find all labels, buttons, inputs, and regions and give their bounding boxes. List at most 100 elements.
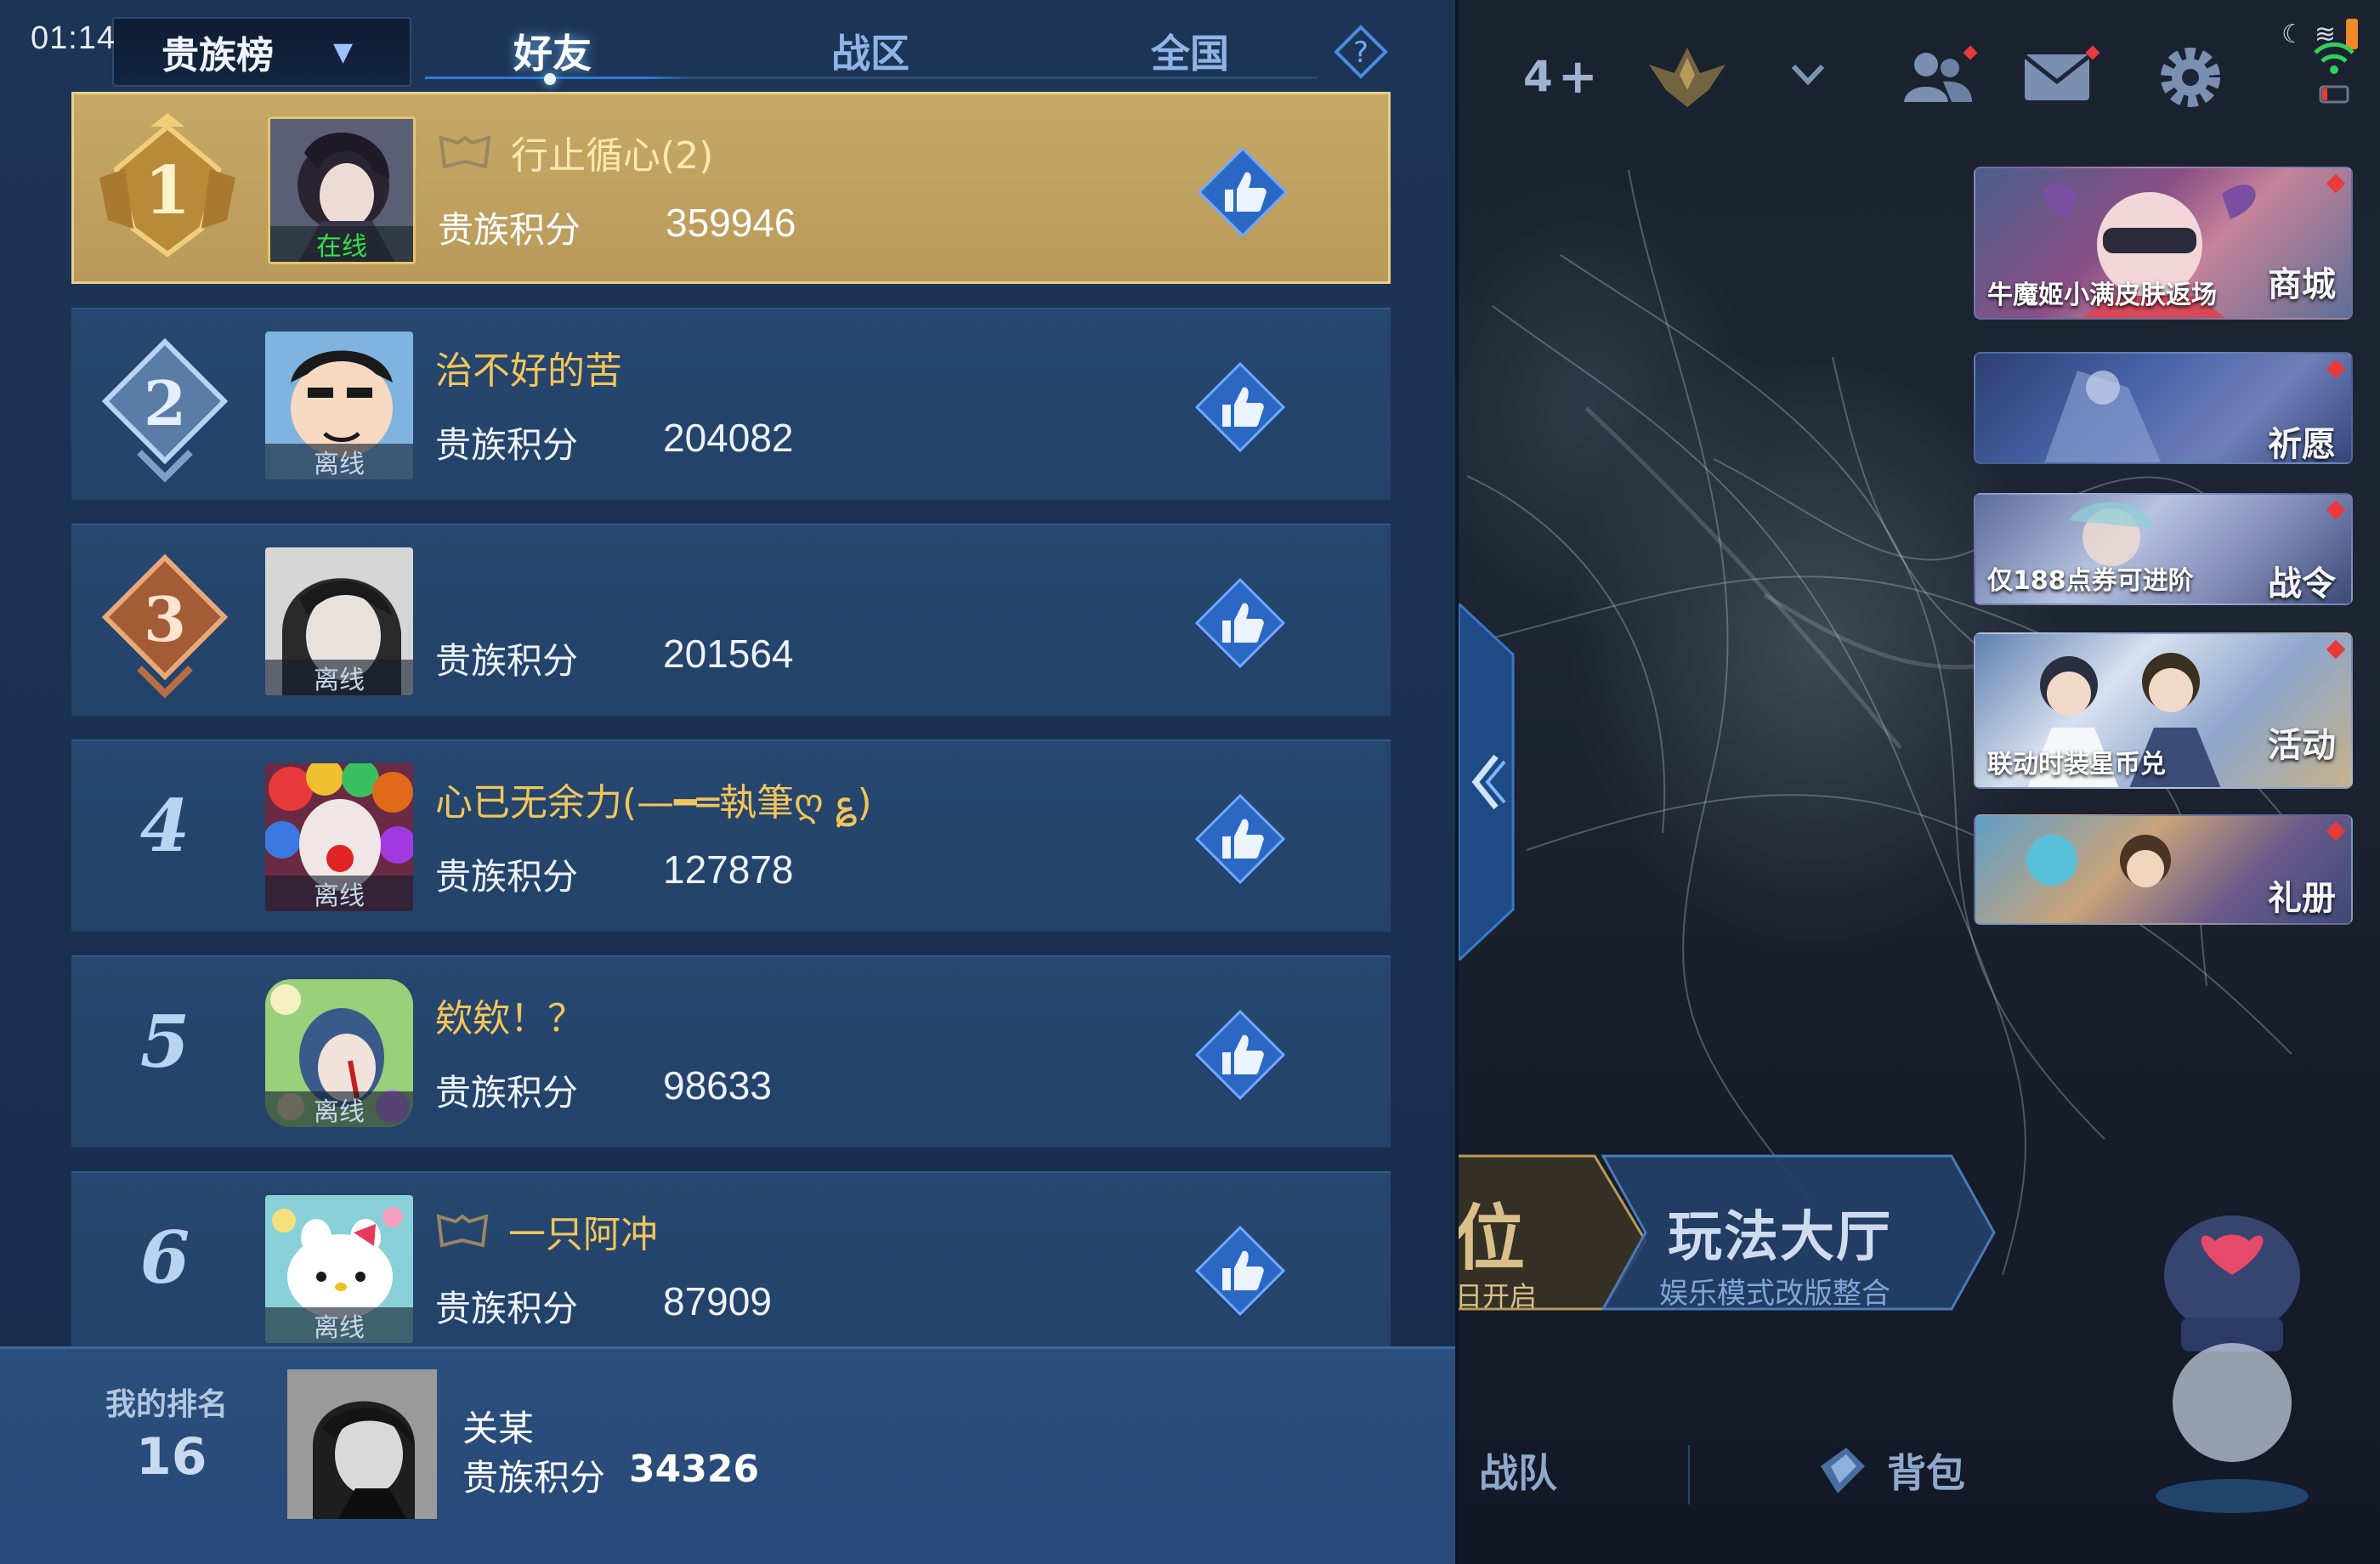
score-label: 贵族积分 [435,1072,579,1114]
player-name: 心已无余力(—━═執筆ღ ؏) [435,781,872,824]
thumbs-up-icon[interactable] [1193,792,1287,886]
nav-team[interactable]: 战队 [1479,1436,1557,1504]
rank-emblem-icon[interactable] [1640,39,1734,116]
help-icon[interactable]: ? [1333,24,1389,80]
nav-team-label: 战队 [1479,1450,1557,1496]
player-name-line: 欸欸！？ [435,991,585,1040]
nav-bag[interactable]: 背包 [1812,1436,1965,1504]
friends-icon[interactable] [1896,42,1980,110]
leaderboard-row[interactable]: 4 离线 心已无余力(—━═執筆ღ ؏) 贵族积分 127878 [71,740,1391,932]
event-giftbook-title: 礼册 [2268,879,2336,918]
event-tile-shop[interactable]: 商城 牛魔姬小满皮肤返场 [1974,167,2353,320]
tab-national[interactable]: 全国 [1096,19,1284,83]
rank-2-silver-badge-icon: 2 [101,337,229,483]
bag-icon [1821,1448,1865,1493]
score-value: 87909 [663,1279,772,1323]
player-name: 一只阿冲 [508,1213,658,1256]
event-tile-activity[interactable]: 活动 联动时装星币兑 [1974,632,2353,789]
leaderboard-row[interactable]: 2 离线 治不好的苦 贵族积分 204082 [71,308,1391,500]
signal-icon [2314,42,2354,104]
event-activity-title: 活动 [2268,726,2336,765]
score-value: 359946 [666,201,796,245]
offline-status-label: 离线 [265,660,413,695]
leaderboard-panel: 01:14 贵族榜 ▼ 好友 战区 全国 ? 1 在线 行止循心(2) 贵族积分… [0,0,1459,1564]
panel-divider [1455,0,1459,1564]
tab-war-zone[interactable]: 战区 [777,19,964,83]
my-player-name: 关某 [462,1408,535,1449]
my-score-label: 贵族积分 [462,1457,606,1499]
event-tile-battlepass[interactable]: 战令 仅188点券可进阶 [1974,493,2353,605]
game-lobby-background: 4 + ☾ ≋ 商城 牛魔姬小满皮肤返场 祈愿 战令 仅188点券可进阶 活动 … [1459,0,2380,1564]
active-tab-indicator [544,73,556,85]
rank-number: 4 [139,784,190,868]
event-tile-wish[interactable]: 祈愿 [1974,352,2353,464]
my-rank-number: 16 [136,1427,207,1487]
avatar[interactable]: 在线 [268,116,416,264]
my-score-value: 34326 [629,1448,760,1491]
leaderboard-row[interactable]: 5 离线 欸欸！？ 贵族积分 98633 [71,955,1391,1148]
tab-underline [425,76,1318,79]
chevron-down-icon: ▼ [333,37,354,67]
score-label: 贵族积分 [435,856,579,898]
score-value: 98633 [663,1063,772,1108]
avatar[interactable]: 离线 [265,332,413,479]
leaderboard-row[interactable]: 3 离线 贵族积分 201564 [71,524,1391,716]
noble-badge-icon [439,135,491,169]
offline-status-label: 离线 [265,1307,413,1343]
mascot-character[interactable] [2105,1190,2360,1530]
thumbs-up-icon[interactable] [1193,1224,1287,1318]
gear-icon[interactable] [2152,39,2229,116]
avatar[interactable]: 离线 [265,547,413,695]
tab-war-zone-label: 战区 [831,31,910,76]
player-name-line: 心已无余力(—━═執筆ღ ؏) [435,775,872,824]
mail-icon[interactable] [2018,44,2103,109]
ranked-mode-partial[interactable]: 位 [1459,1182,1525,1284]
plus-icon: + [1557,48,1598,105]
leaderboard-header: 贵族榜 ▼ 好友 战区 全国 ? [0,0,1459,88]
player-name-line: 行止循心(2) [438,128,714,178]
my-avatar[interactable] [287,1369,437,1519]
noble-badge-icon [436,1214,489,1248]
event-tile-giftbook[interactable]: 礼册 [1974,814,2353,925]
thumbs-up-icon[interactable] [1193,360,1287,454]
avatar[interactable]: 离线 [265,763,413,911]
player-name: 欸欸！？ [435,997,585,1040]
mode-hall-title[interactable]: 玩法大厅 [1668,1193,1892,1272]
friend-count[interactable]: 4 + [1523,44,1598,109]
event-wish-title: 祈愿 [2268,425,2336,464]
my-avatar-image [287,1369,437,1519]
nav-divider [1688,1445,1690,1504]
rank-3-bronze-badge-icon: 3 [101,553,229,699]
ranked-mode-subtitle: 日开启 [1459,1280,1538,1312]
event-activity-caption: 联动时装星币兑 [1987,750,2166,779]
thumbs-up-icon[interactable] [1196,145,1289,239]
moon-icon: ☾ [2281,19,2304,49]
offline-status-label: 离线 [265,876,413,911]
avatar[interactable]: 离线 [265,1195,413,1343]
tab-national-label: 全国 [1151,31,1229,76]
score-value: 204082 [663,416,794,460]
status-time: 01:14 [31,20,116,56]
score-value: 127878 [663,847,794,892]
player-name: 治不好的苦 [435,349,622,393]
player-name: 行止循心(2) [511,134,714,178]
avatar[interactable]: 离线 [265,979,413,1127]
player-name-line: 一只阿冲 [435,1207,658,1256]
nav-bag-label: 背包 [1887,1450,1965,1496]
leaderboard-row[interactable]: 6 离线 一只阿冲 贵族积分 87909 [71,1171,1391,1346]
score-label: 贵族积分 [435,424,579,466]
thumbs-up-icon[interactable] [1193,576,1287,670]
tab-friends-label: 好友 [513,31,592,76]
player-name-line: 治不好的苦 [435,343,622,393]
thumbs-up-icon[interactable] [1193,1008,1287,1102]
online-status-label: 在线 [270,226,413,262]
leaderboard-row[interactable]: 1 在线 行止循心(2) 贵族积分 359946 [71,92,1391,284]
chevron-down-icon[interactable] [1787,58,1829,92]
leaderboard-type-dropdown[interactable]: 贵族榜 ▼ [112,17,411,87]
my-rank-label: 我的排名 [105,1387,229,1422]
my-rank-bar: 我的排名 16 关某 贵族积分 34326 [0,1346,1459,1564]
event-battlepass-caption: 仅188点券可进阶 [1987,566,2194,596]
offline-status-label: 离线 [265,444,413,479]
rank-number: 5 [139,1000,190,1084]
rank-number: 6 [139,1216,190,1300]
